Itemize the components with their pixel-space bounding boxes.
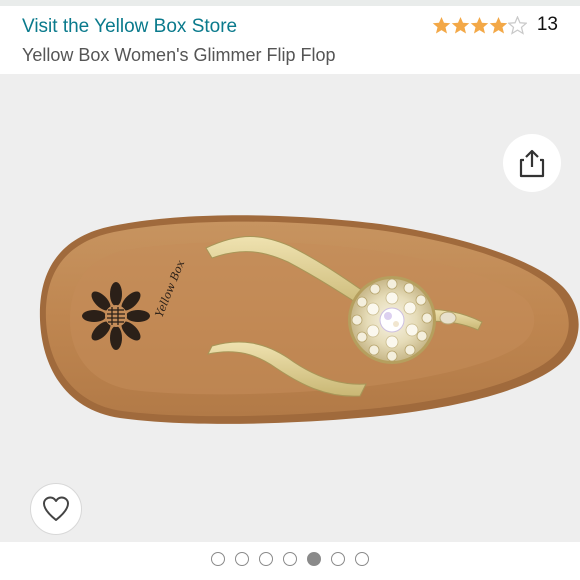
- share-icon: [519, 149, 545, 178]
- heart-icon: [43, 496, 69, 521]
- star-icon: [470, 16, 489, 33]
- sandal-illustration: Yellow Box: [39, 215, 579, 424]
- star-icon: [432, 16, 451, 33]
- star-empty-icon: [507, 15, 527, 35]
- carousel-dot[interactable]: [355, 552, 369, 566]
- product-title: Yellow Box Women's Glimmer Flip Flop: [22, 45, 336, 65]
- rating[interactable]: 13: [432, 14, 558, 36]
- carousel-dot[interactable]: [331, 552, 345, 566]
- share-button[interactable]: [503, 134, 561, 192]
- carousel-dot[interactable]: [259, 552, 273, 566]
- wishlist-button[interactable]: [30, 483, 82, 535]
- product-image[interactable]: Yellow Box: [0, 74, 580, 542]
- carousel-dot[interactable]: [283, 552, 297, 566]
- carousel-dot[interactable]: [211, 552, 225, 566]
- store-link[interactable]: Visit the Yellow Box Store: [22, 16, 237, 38]
- star-icon: [451, 16, 470, 33]
- carousel-dot-active[interactable]: [307, 552, 321, 566]
- star-icon: [489, 16, 508, 33]
- rating-count: 13: [536, 14, 558, 35]
- toe-post-jewel: [439, 311, 457, 325]
- jewel-medallion: [348, 276, 436, 364]
- top-divider: [0, 0, 580, 6]
- carousel-dot[interactable]: [235, 552, 249, 566]
- carousel-indicator: [0, 552, 580, 568]
- star-rating: [432, 15, 527, 35]
